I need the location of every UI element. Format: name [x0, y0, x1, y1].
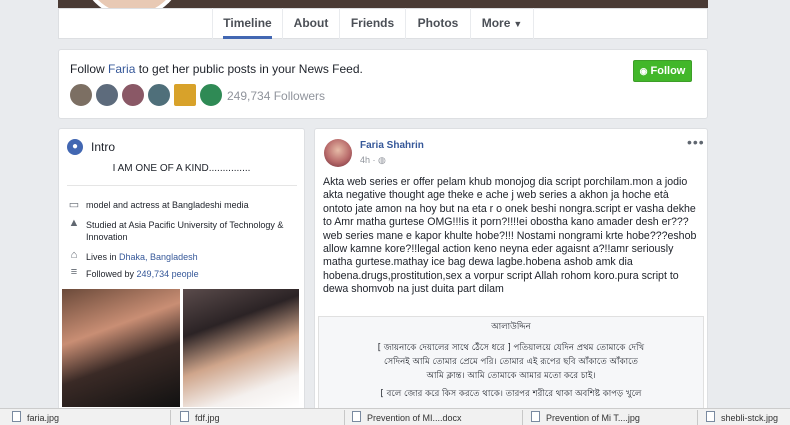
followers-link[interactable]: 249,734 people: [137, 269, 199, 279]
image-text-line: আলাউদ্দিন: [491, 322, 531, 332]
divider: [344, 410, 345, 425]
follow-prefix: Follow: [70, 62, 105, 76]
download-item[interactable]: Prevention of Mi T....jpg: [531, 411, 691, 425]
profile-name-link[interactable]: Faria: [108, 62, 135, 76]
file-icon: [531, 411, 540, 422]
tab-about[interactable]: About: [282, 8, 339, 39]
briefcase-icon: ▭: [68, 199, 80, 211]
divider: [697, 410, 698, 425]
intro-followers: Followed by 249,734 people: [86, 268, 301, 280]
post-author[interactable]: Faria Shahrin: [360, 140, 424, 151]
intro-photo[interactable]: [183, 289, 299, 407]
location-link[interactable]: Dhaka, Bangladesh: [119, 252, 198, 262]
post-time-label: 4h: [360, 155, 371, 165]
download-label: shebli-stck.jpg: [721, 413, 779, 423]
image-text-line: সেদিনই আমি তোমার প্রেমে পরি। তোমার এই রূ…: [384, 357, 638, 367]
follow-prompt: Follow Faria to get her public posts in …: [70, 62, 363, 76]
download-item[interactable]: Prevention of MI....docx: [352, 411, 517, 425]
intro-location-prefix: Lives in: [86, 252, 117, 262]
graduation-cap-icon: ▲: [68, 217, 80, 229]
image-text-line: [ জায়নাকে দেয়ালের সাথে ঠেঁসে ধরে ] পতি…: [377, 343, 645, 353]
tab-more-label: More: [481, 16, 511, 30]
tab-friends[interactable]: Friends: [339, 8, 405, 39]
follow-button-label: Follow: [650, 65, 686, 77]
file-icon: [180, 411, 189, 422]
tab-photos[interactable]: Photos: [405, 8, 470, 39]
file-icon: [706, 411, 715, 422]
follower-avatar[interactable]: [69, 83, 93, 107]
follow-button[interactable]: ◉ Follow: [633, 60, 692, 82]
follower-avatar[interactable]: [173, 83, 197, 107]
download-label: Prevention of MI....docx: [367, 413, 462, 423]
followers-count: 249,734 Followers: [227, 89, 326, 103]
tab-timeline-label: Timeline: [223, 16, 272, 30]
follower-avatar[interactable]: [95, 83, 119, 107]
follower-avatar[interactable]: [121, 83, 145, 107]
home-icon: ⌂: [70, 249, 78, 261]
download-label: faria.jpg: [27, 413, 60, 423]
followers-icon: ≡: [70, 266, 78, 278]
divider: [170, 410, 171, 425]
intro-photo[interactable]: [62, 289, 180, 407]
follower-avatar[interactable]: [199, 83, 223, 107]
globe-icon: · ◍: [372, 155, 386, 165]
intro-followers-prefix: Followed by: [86, 269, 135, 279]
tab-about-label: About: [293, 16, 329, 30]
rss-icon: ◉: [639, 66, 648, 76]
download-item[interactable]: shebli-stck.jpg: [706, 411, 790, 425]
tab-timeline[interactable]: Timeline: [212, 8, 282, 39]
more-options-icon[interactable]: •••: [687, 134, 705, 150]
post-body: Akta web series er offer pelam khub mono…: [323, 176, 697, 296]
tab-photos-label: Photos: [417, 16, 459, 30]
file-icon: [12, 411, 21, 422]
divider: [522, 410, 523, 425]
download-item[interactable]: fdf.jpg: [180, 411, 335, 425]
image-text-line: [ বলে জোর করে কিস করতে থাকে। তারপর শরীরে…: [380, 389, 642, 399]
intro-bio: I AM ONE OF A KIND...............: [112, 163, 251, 174]
intro-work: model and actress at Bangladeshi media: [86, 200, 249, 210]
post-timestamp[interactable]: 4h · ◍: [360, 155, 386, 166]
intro-location: Lives in Dhaka, Bangladesh: [86, 251, 301, 263]
download-label: Prevention of Mi T....jpg: [546, 413, 640, 423]
file-icon: [352, 411, 361, 422]
follow-suffix: to get her public posts in your News Fee…: [138, 62, 363, 76]
chevron-down-icon: ▼: [513, 19, 523, 29]
avatar[interactable]: [324, 139, 352, 167]
intro-title: Intro: [91, 140, 116, 154]
intro-education: Studied at Asia Pacific University of Te…: [86, 220, 284, 242]
download-label: fdf.jpg: [195, 413, 220, 423]
tab-more[interactable]: More ▼: [470, 8, 534, 39]
download-item[interactable]: faria.jpg: [12, 411, 162, 425]
follower-avatar[interactable]: [147, 83, 171, 107]
tab-friends-label: Friends: [350, 16, 395, 30]
globe-icon: ●: [67, 139, 83, 155]
image-text-line: আমি ক্লান্ত। আমি তোমাকে আমার মতো করে চাই…: [426, 371, 596, 381]
divider: [67, 185, 297, 186]
